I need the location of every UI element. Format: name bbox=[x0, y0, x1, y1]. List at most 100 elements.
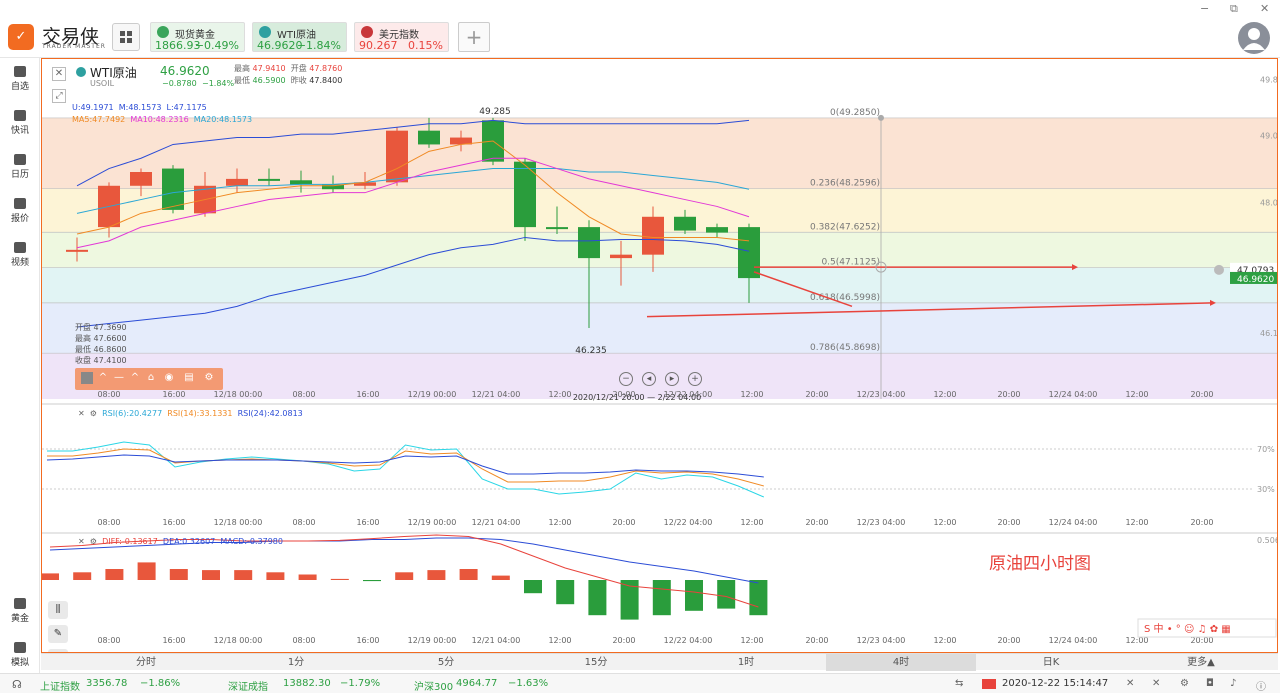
tool-icon[interactable]: ✕ bbox=[1126, 678, 1134, 689]
line-style-icon[interactable]: — bbox=[113, 372, 125, 384]
gear-icon[interactable]: ⚙ bbox=[203, 372, 215, 384]
macd-axis-label: 0.50662 bbox=[1257, 536, 1278, 545]
sidebar-item-watchlist[interactable]: 自选 bbox=[0, 66, 40, 92]
macd-bar bbox=[395, 572, 414, 580]
sidebar-item-calendar[interactable]: 日历 bbox=[0, 154, 40, 180]
wrench-icon[interactable]: ✕ bbox=[1152, 678, 1160, 689]
restore-button[interactable]: ⧉ bbox=[1230, 2, 1238, 16]
quote-card-wti[interactable]: WTI原油 46.9620 −1.84% bbox=[252, 22, 347, 52]
sidebar-item-news[interactable]: 快讯 bbox=[0, 110, 40, 136]
next-button[interactable]: ▸ bbox=[665, 372, 679, 386]
candle-body bbox=[610, 254, 632, 259]
price-axis-label: 46.9620 bbox=[1237, 275, 1274, 285]
draw-tool-button[interactable]: ✎ bbox=[48, 625, 68, 643]
fib-label: 0.786(45.8698) bbox=[810, 343, 880, 353]
settings-icon[interactable]: ⚙ bbox=[1180, 678, 1189, 689]
time-axis-label: 12:00 bbox=[740, 636, 763, 645]
sidebar-item-simulate[interactable]: 模拟 bbox=[0, 642, 40, 668]
time-axis-label: 12:00 bbox=[933, 518, 956, 527]
candlestick-chart[interactable]: 0(49.2850) 0.236(48.2596) 0.382(47.6252) 0.… bbox=[42, 59, 1278, 653]
prev-value: 47.8400 bbox=[309, 76, 343, 85]
zoom-out-button[interactable]: − bbox=[619, 372, 633, 386]
tab-timeshare[interactable]: 分时 bbox=[71, 654, 221, 671]
time-axis-label: 20:00 bbox=[612, 636, 635, 645]
drawing-toolbar[interactable]: ^ — ^ ⌂ ◉ ▤ ⚙ bbox=[75, 368, 223, 390]
top-bar: ✓ 交易侠 TRADER MASTER 现货黄金 1866.93 −0.49% … bbox=[0, 0, 1280, 58]
chevron-up-icon[interactable]: ^ bbox=[97, 372, 109, 384]
ma10-value: MA10:48.2316 bbox=[130, 115, 189, 124]
play-icon bbox=[14, 242, 26, 253]
zoom-in-button[interactable]: + bbox=[688, 372, 702, 386]
gear-icon[interactable]: ⚙ bbox=[90, 537, 97, 546]
avatar[interactable] bbox=[1238, 22, 1270, 54]
tab-15min[interactable]: 15分 bbox=[521, 654, 671, 671]
time-axis-label: 12/18 00:00 bbox=[214, 518, 263, 527]
price-axis-label: 46.1638 bbox=[1260, 329, 1278, 338]
time-axis-label: 20:00 bbox=[997, 390, 1020, 399]
indicator-tool-button[interactable]: ⫼ bbox=[48, 601, 68, 619]
chevron-up-icon[interactable]: ^ bbox=[129, 372, 141, 384]
bookmark-icon bbox=[14, 66, 26, 77]
color-swatch-icon[interactable] bbox=[81, 372, 93, 384]
oil-icon bbox=[76, 67, 86, 77]
gear-icon[interactable]: ⚙ bbox=[90, 409, 97, 418]
grid-layout-button[interactable] bbox=[112, 23, 140, 51]
candle-body bbox=[386, 130, 408, 183]
close-button[interactable]: ✕ bbox=[1260, 2, 1269, 15]
rsi14-value: RSI(14):33.1331 bbox=[167, 409, 233, 418]
minimize-button[interactable]: − bbox=[1200, 2, 1209, 15]
time-axis-label: 12:00 bbox=[1125, 390, 1148, 399]
time-axis-label: 12/22 04:00 bbox=[664, 390, 713, 399]
lock-icon[interactable]: ⌂ bbox=[145, 372, 157, 384]
macd-labels: ✕ ⚙ DIFF:-0.13617 DEA:0.32607 MACD:-0.37… bbox=[78, 537, 283, 546]
prev-label: 昨收 bbox=[290, 76, 307, 85]
macd-bar bbox=[169, 569, 188, 580]
fib-label: 0.618(46.5998) bbox=[810, 293, 880, 303]
time-axis-label: 12:00 bbox=[548, 636, 571, 645]
close-icon[interactable]: ✕ bbox=[78, 537, 85, 546]
headset-icon[interactable]: ☊ bbox=[12, 678, 22, 691]
tab-daily[interactable]: 日K bbox=[976, 654, 1126, 671]
tab-more[interactable]: 更多▲ bbox=[1126, 654, 1276, 671]
eye-icon[interactable]: ◉ bbox=[163, 372, 175, 384]
network-icon[interactable]: ⇆ bbox=[955, 678, 963, 689]
quote-card-gold[interactable]: 现货黄金 1866.93 −0.49% bbox=[150, 22, 245, 52]
chart-panel[interactable]: 0(49.2850) 0.236(48.2596) 0.382(47.6252) 0.… bbox=[41, 58, 1278, 653]
rsi6-value: RSI(6):20.4277 bbox=[102, 409, 163, 418]
close-icon[interactable]: ✕ bbox=[52, 67, 66, 81]
macd-value: MACD:-0.37980 bbox=[220, 537, 283, 546]
bar-high: 最高 47.6600 bbox=[75, 333, 127, 343]
open-value: 47.8760 bbox=[309, 64, 343, 73]
simulate-icon bbox=[14, 642, 26, 653]
prev-button[interactable]: ◂ bbox=[642, 372, 656, 386]
us-flag-icon bbox=[361, 26, 373, 38]
macd-bar bbox=[427, 570, 446, 580]
info-icon[interactable]: ⓘ bbox=[1256, 678, 1266, 693]
trash-icon[interactable]: ▤ bbox=[183, 372, 195, 384]
index-name: 深证成指 bbox=[228, 682, 268, 693]
tab-1min[interactable]: 1分 bbox=[221, 654, 371, 671]
camera-icon[interactable]: ◘ bbox=[1206, 678, 1214, 689]
index-name: 沪深300 bbox=[414, 682, 454, 693]
close-icon[interactable]: ✕ bbox=[78, 409, 85, 418]
sidebar-item-quotes[interactable]: 报价 bbox=[0, 198, 40, 224]
candle-body bbox=[642, 216, 664, 255]
ticker-price: 46.9620 bbox=[160, 64, 210, 78]
expand-icon[interactable]: ⤢ bbox=[52, 89, 66, 103]
bar-open: 开盘 47.3690 bbox=[75, 322, 127, 332]
quote-change: −1.84% bbox=[296, 39, 341, 52]
macd-bar bbox=[234, 570, 253, 580]
quote-card-usd-index[interactable]: 美元指数 90.267 0.15% bbox=[354, 22, 449, 52]
volume-icon[interactable]: ♪ bbox=[1230, 678, 1236, 689]
add-quote-button[interactable]: + bbox=[458, 22, 490, 52]
sidebar-item-gold[interactable]: 黄金 bbox=[0, 598, 40, 624]
macd-bar bbox=[266, 572, 285, 580]
cursor-dot bbox=[878, 114, 884, 121]
high-annotation: 49.285 bbox=[479, 107, 511, 117]
sidebar-item-video[interactable]: 视频 bbox=[0, 242, 40, 268]
tab-5min[interactable]: 5分 bbox=[371, 654, 521, 671]
time-axis-label: 20:00 bbox=[612, 518, 635, 527]
tab-4hour[interactable]: 4时 bbox=[826, 654, 976, 671]
time-axis-label: 12/22 04:00 bbox=[664, 518, 713, 527]
tab-1hour[interactable]: 1时 bbox=[671, 654, 821, 671]
